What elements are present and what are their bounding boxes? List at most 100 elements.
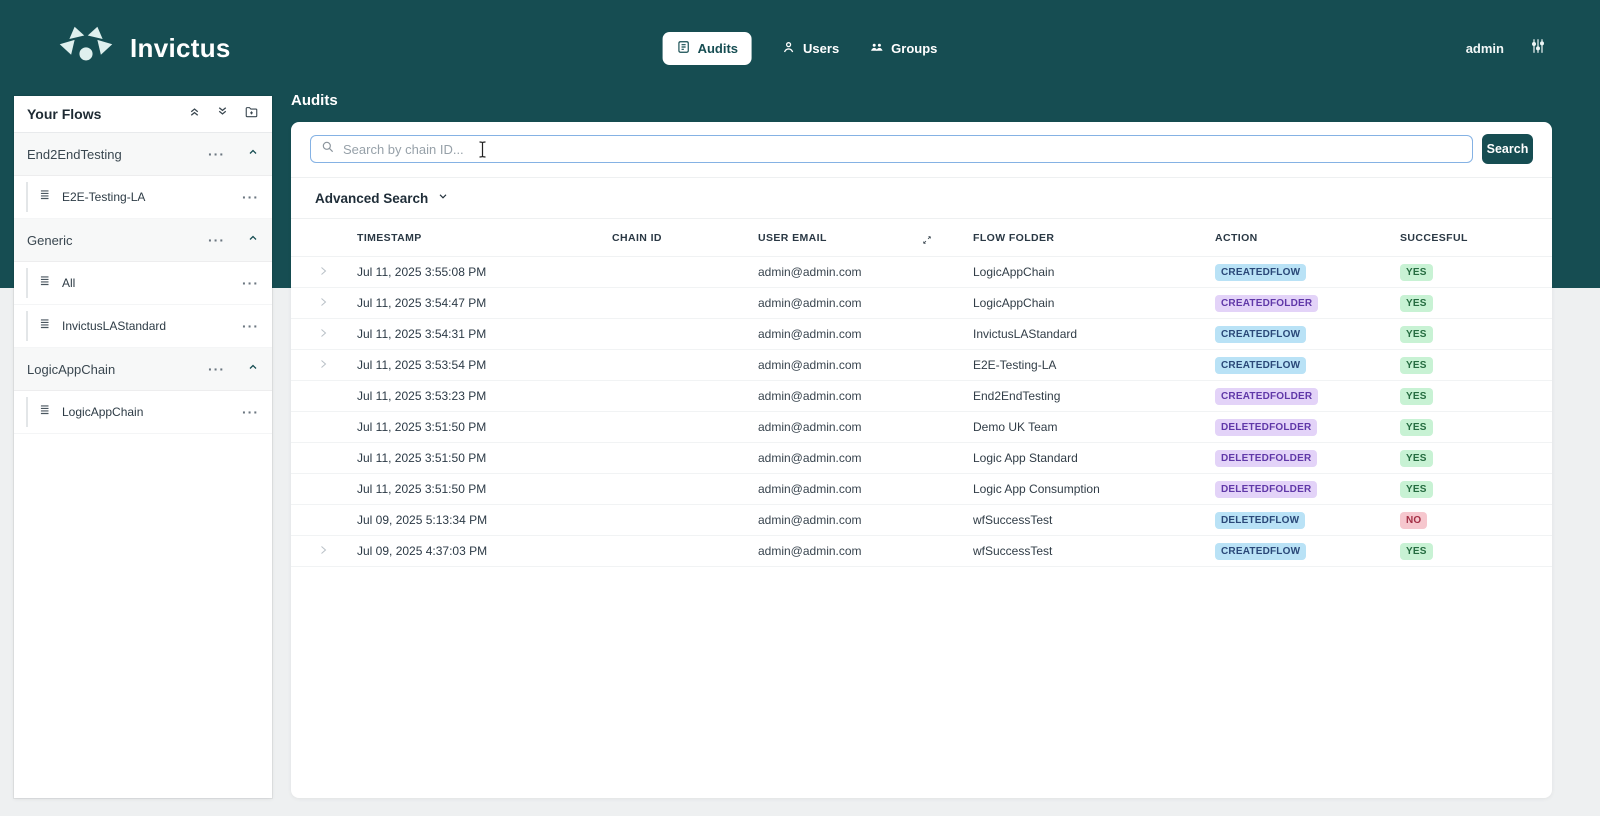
col-user-email[interactable]: USER EMAIL (758, 232, 973, 244)
successful-badge: YES (1400, 542, 1433, 560)
successful-badge: NO (1400, 511, 1428, 529)
user-email-cell: admin@admin.com (758, 420, 862, 434)
expand-row-icon[interactable] (317, 266, 329, 280)
flow-folder-children: E2E-Testing-LA ··· (14, 176, 272, 219)
settings-sliders-icon[interactable] (1530, 38, 1546, 59)
new-folder-icon[interactable] (244, 105, 259, 124)
expand-row-icon[interactable] (317, 328, 329, 342)
table-row[interactable]: Jul 11, 2025 3:55:08 PM admin@admin.com … (291, 257, 1552, 288)
tab-groups[interactable]: Groups (869, 40, 937, 57)
table-row[interactable]: Jul 11, 2025 3:53:23 PM admin@admin.com … (291, 381, 1552, 412)
action-badge: DELETEDFOLDER (1215, 480, 1318, 498)
advanced-search-label: Advanced Search (315, 190, 429, 206)
groups-icon (869, 40, 884, 57)
col-succesful[interactable]: SUCCESFUL (1400, 232, 1552, 244)
action-badge: DELETEDFOLDER (1215, 418, 1318, 436)
folder-menu-button[interactable]: ··· (208, 147, 225, 161)
flow-folder-cell: Demo UK Team (973, 420, 1058, 434)
column-resize-icon[interactable] (922, 232, 932, 250)
user-email-cell: admin@admin.com (758, 513, 862, 527)
row-expander-cell (317, 544, 357, 559)
search-row: Search by chain ID... Search (291, 122, 1552, 177)
timestamp-cell: Jul 11, 2025 3:53:23 PM (357, 389, 487, 403)
col-flow-folder[interactable]: FLOW FOLDER (973, 232, 1215, 244)
collapse-folder-icon[interactable] (247, 360, 259, 378)
expand-row-icon[interactable] (317, 297, 329, 311)
flow-folder-cell: E2E-Testing-LA (973, 358, 1057, 372)
flow-item-name: LogicAppChain (62, 405, 144, 419)
flow-folder-item[interactable]: End2EndTesting ··· (14, 133, 272, 176)
successful-badge: YES (1400, 387, 1433, 405)
flow-menu-button[interactable]: ··· (242, 190, 259, 204)
successful-badge: YES (1400, 263, 1433, 281)
action-badge: CREATEDFLOW (1215, 356, 1307, 374)
table-body: Jul 11, 2025 3:55:08 PM admin@admin.com … (291, 257, 1552, 567)
succesful-cell: YES (1400, 480, 1552, 498)
flow-folder-item[interactable]: LogicAppChain ··· (14, 348, 272, 391)
row-expander-cell (317, 358, 357, 373)
row-expander-cell (317, 451, 357, 466)
folder-menu-button[interactable]: ··· (208, 233, 225, 247)
flow-folder-section: End2EndTesting ··· E2E-Testing-LA ··· (14, 133, 272, 219)
col-chain-id[interactable]: CHAIN ID (612, 232, 758, 244)
collapse-all-icon[interactable] (188, 105, 201, 123)
flow-menu-button[interactable]: ··· (242, 276, 259, 290)
user-email-cell: admin@admin.com (758, 482, 862, 496)
timestamp-cell: Jul 11, 2025 3:55:08 PM (357, 265, 487, 279)
flow-folder-cell: Logic App Standard (973, 451, 1078, 465)
timestamp-cell: Jul 09, 2025 5:13:34 PM (357, 513, 488, 527)
flow-folder-children: All ··· InvictusLAStandard ··· (14, 262, 272, 348)
col-action[interactable]: ACTION (1215, 232, 1400, 244)
action-cell: CREATEDFLOW (1215, 263, 1400, 281)
action-badge: CREATEDFOLDER (1215, 387, 1319, 405)
brand-name: Invictus (130, 32, 231, 63)
table-row[interactable]: Jul 09, 2025 4:37:03 PM admin@admin.com … (291, 536, 1552, 567)
tab-users[interactable]: Users (782, 40, 839, 57)
successful-badge: YES (1400, 325, 1433, 343)
folder-menu-button[interactable]: ··· (208, 362, 225, 376)
flow-menu-button[interactable]: ··· (242, 405, 259, 419)
search-input[interactable]: Search by chain ID... (310, 135, 1473, 163)
table-row[interactable]: Jul 11, 2025 3:51:50 PM admin@admin.com … (291, 443, 1552, 474)
row-expander-cell (317, 513, 357, 528)
search-icon (321, 140, 335, 159)
flow-folder-cell: wfSuccessTest (973, 544, 1053, 558)
flows-sidebar: Your Flows End2EndTesting ··· E2E-Testin… (14, 96, 272, 798)
table-row[interactable]: Jul 11, 2025 3:54:31 PM admin@admin.com … (291, 319, 1552, 350)
collapse-folder-icon[interactable] (247, 231, 259, 249)
sidebar-header: Your Flows (14, 96, 272, 133)
flow-item-name: All (62, 276, 76, 290)
flow-item[interactable]: All ··· (14, 262, 272, 305)
collapse-folder-icon[interactable] (247, 145, 259, 163)
action-badge: CREATEDFLOW (1215, 263, 1307, 281)
top-right: admin (1466, 38, 1546, 59)
flow-item-name: InvictusLAStandard (62, 319, 167, 333)
advanced-search-toggle[interactable]: Advanced Search (291, 177, 1552, 219)
table-row[interactable]: Jul 09, 2025 5:13:34 PM admin@admin.com … (291, 505, 1552, 536)
table-row[interactable]: Jul 11, 2025 3:53:54 PM admin@admin.com … (291, 350, 1552, 381)
flow-menu-button[interactable]: ··· (242, 319, 259, 333)
expand-all-icon[interactable] (216, 105, 229, 123)
action-cell: DELETEDFOLDER (1215, 449, 1400, 467)
flow-folder-item[interactable]: Generic ··· (14, 219, 272, 262)
action-cell: DELETEDFOLDER (1215, 418, 1400, 436)
tab-audits[interactable]: Audits (662, 31, 753, 65)
succesful-cell: YES (1400, 325, 1552, 343)
row-expander-cell (317, 389, 357, 404)
flow-item[interactable]: E2E-Testing-LA ··· (14, 176, 272, 219)
search-button[interactable]: Search (1482, 134, 1533, 164)
table-row[interactable]: Jul 11, 2025 3:51:50 PM admin@admin.com … (291, 474, 1552, 505)
col-timestamp[interactable]: TIMESTAMP (357, 232, 612, 244)
tab-users-label: Users (803, 40, 840, 56)
flow-folder-cell: wfSuccessTest (973, 513, 1053, 527)
succesful-cell: YES (1400, 294, 1552, 312)
flow-folder-cell: End2EndTesting (973, 389, 1061, 403)
search-placeholder: Search by chain ID... (343, 141, 464, 157)
flow-item[interactable]: InvictusLAStandard ··· (14, 305, 272, 348)
expand-row-icon[interactable] (317, 545, 329, 559)
expand-row-icon[interactable] (317, 359, 329, 373)
table-row[interactable]: Jul 11, 2025 3:54:47 PM admin@admin.com … (291, 288, 1552, 319)
flow-tree: End2EndTesting ··· E2E-Testing-LA ··· Ge… (14, 133, 272, 434)
flow-item[interactable]: LogicAppChain ··· (14, 391, 272, 434)
table-row[interactable]: Jul 11, 2025 3:51:50 PM admin@admin.com … (291, 412, 1552, 443)
